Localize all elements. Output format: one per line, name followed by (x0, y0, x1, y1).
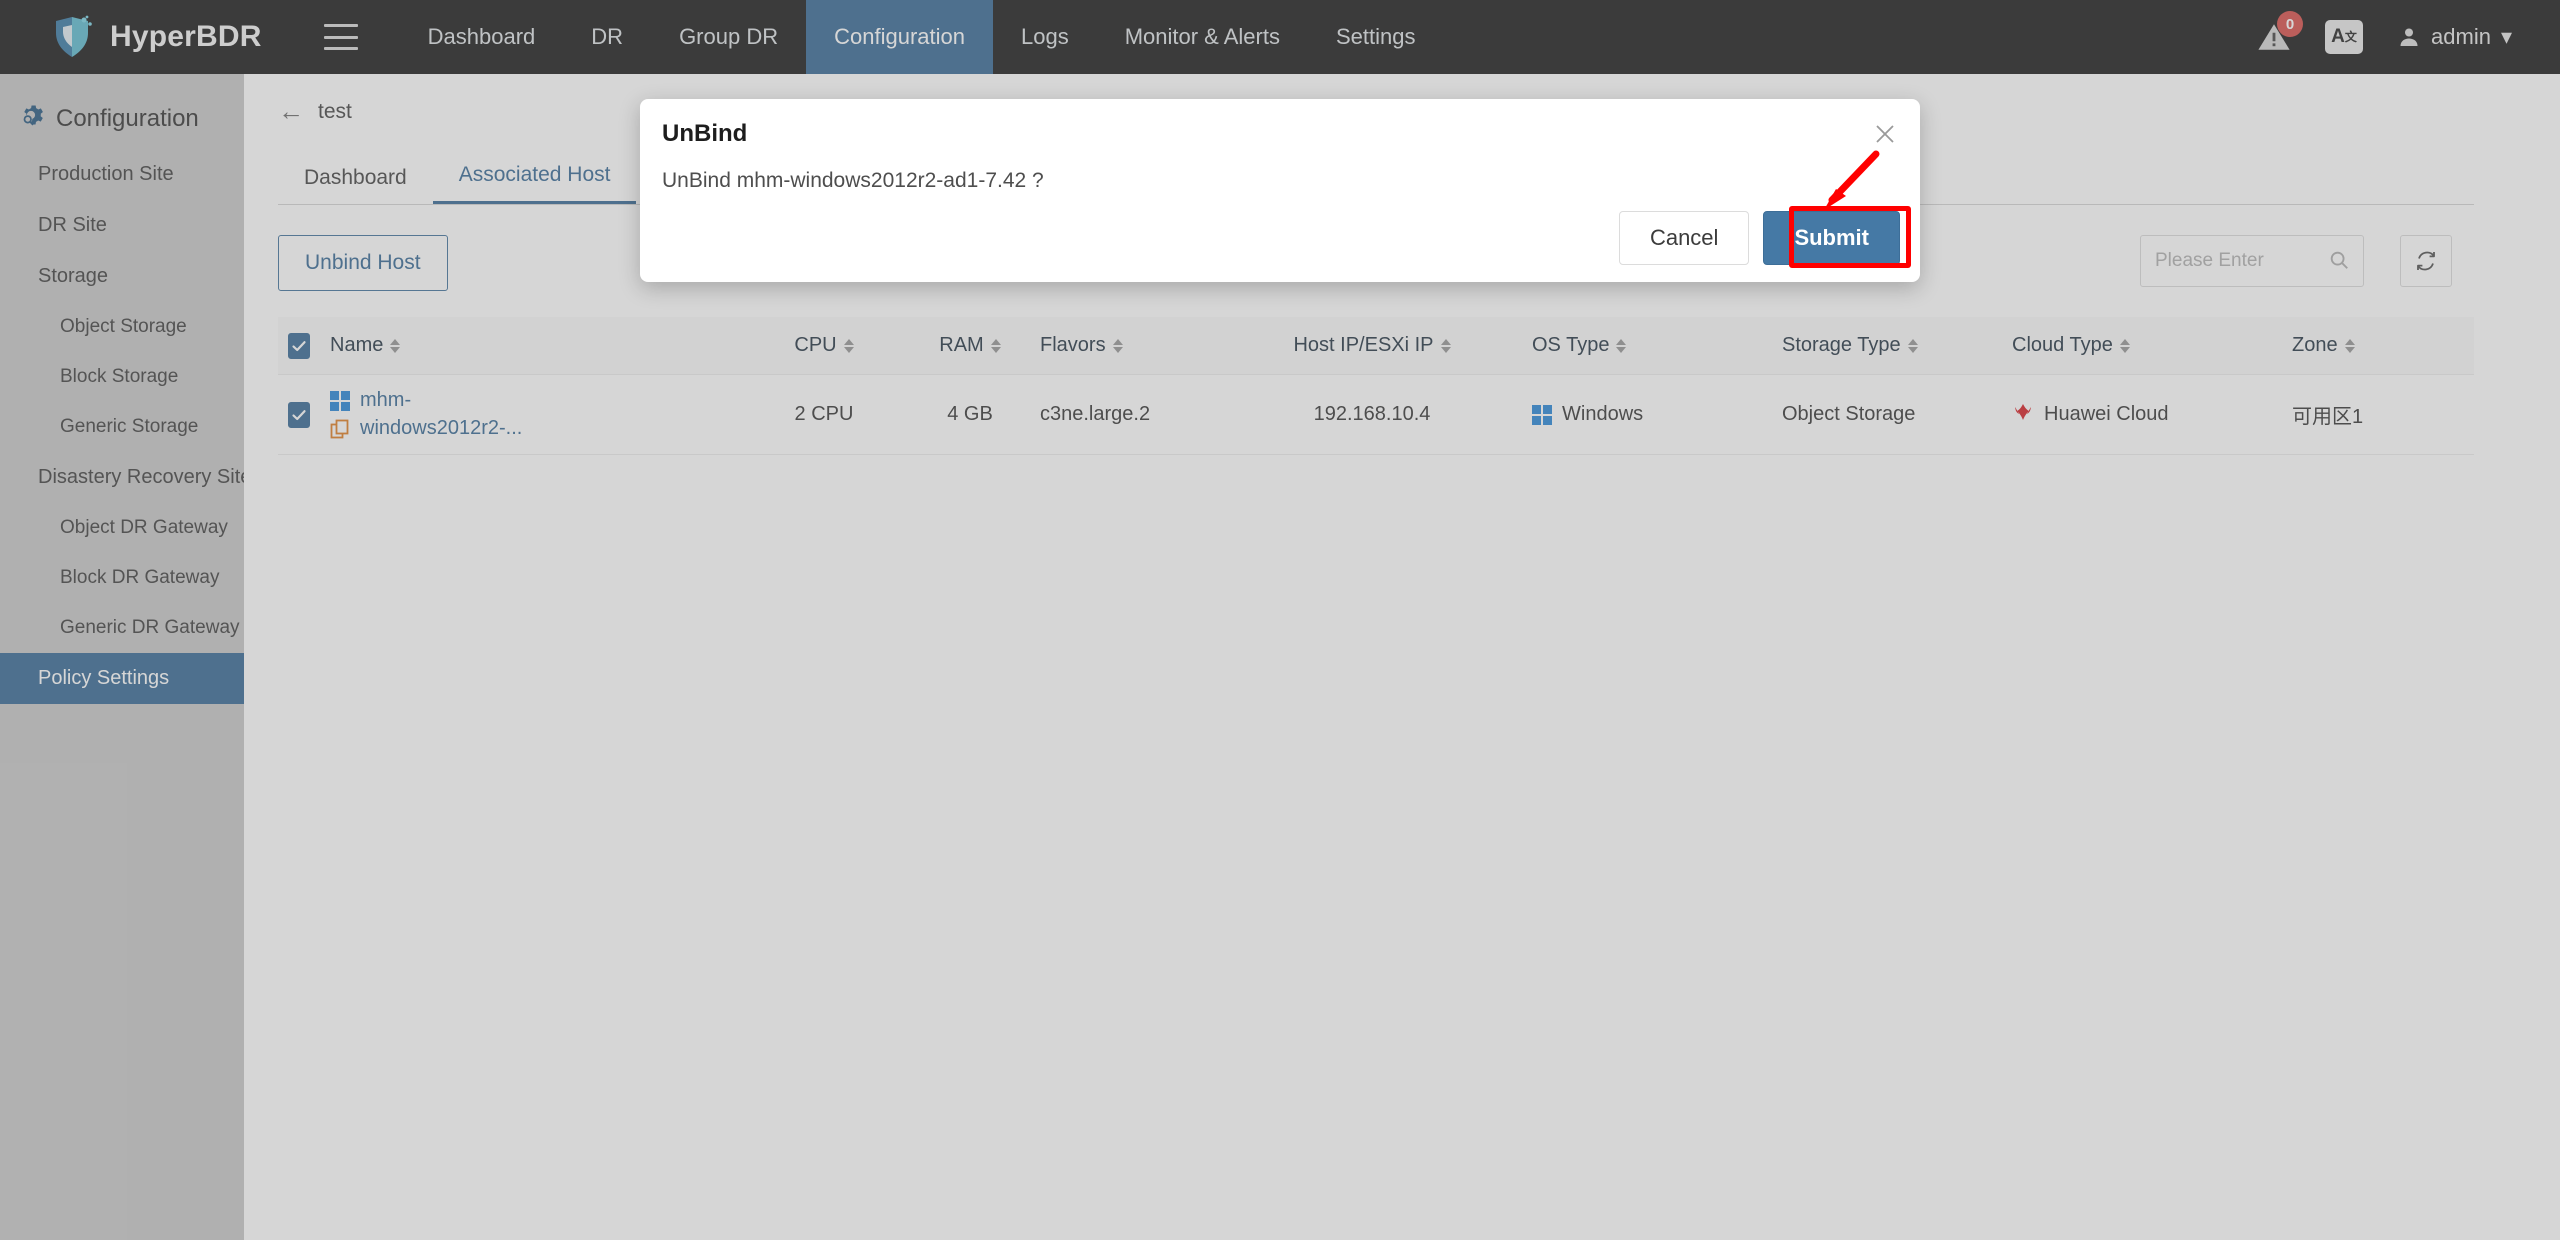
modal-footer: Cancel Submit (1618, 211, 1900, 265)
cancel-button[interactable]: Cancel (1618, 211, 1750, 265)
unbind-modal: UnBind UnBind mhm-windows2012r2-ad1-7.42… (640, 99, 1920, 282)
close-icon[interactable] (1868, 117, 1902, 151)
modal-message: UnBind mhm-windows2012r2-ad1-7.42 ? (662, 169, 1044, 192)
submit-button[interactable]: Submit (1763, 211, 1900, 265)
app-root: HyperBDR Dashboard DR Group DR Configura… (0, 0, 2560, 1240)
modal-title: UnBind (662, 120, 748, 147)
